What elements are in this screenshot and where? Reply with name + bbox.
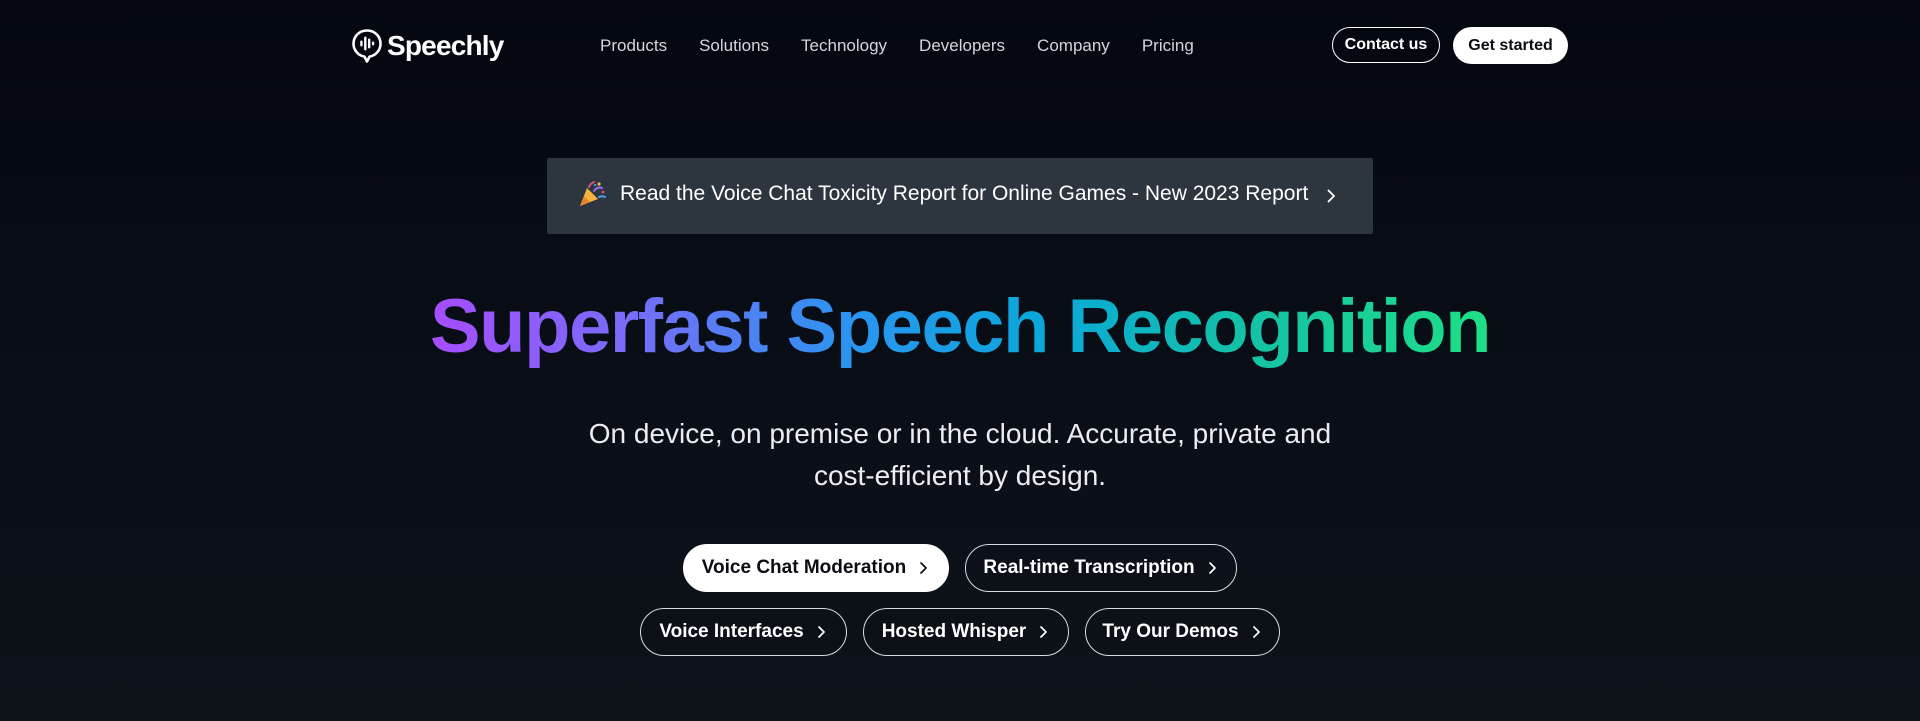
main-nav: Products Solutions Technology Developers…: [600, 36, 1226, 56]
contact-us-button[interactable]: Contact us: [1332, 27, 1440, 63]
voice-chat-moderation-button[interactable]: Voice Chat Moderation: [683, 544, 949, 592]
hero-subtitle: On device, on premise or in the cloud. A…: [560, 413, 1360, 497]
pill-label: Real-time Transcription: [983, 557, 1195, 578]
chevron-right-icon: [1252, 626, 1260, 638]
try-our-demos-button[interactable]: Try Our Demos: [1085, 608, 1280, 656]
pill-label: Try Our Demos: [1102, 621, 1239, 642]
speechly-logo-icon: [352, 29, 382, 63]
hero-headline: Superfast Speech Recognition: [0, 282, 1920, 372]
pill-label: Voice Interfaces: [659, 621, 804, 642]
chevron-right-icon: [817, 626, 825, 638]
brand-logo[interactable]: Speechly: [352, 28, 504, 64]
chevron-right-icon: [1327, 189, 1335, 203]
pill-label: Hosted Whisper: [881, 621, 1027, 642]
site-header: Speechly Products Solutions Technology D…: [0, 0, 1920, 92]
hosted-whisper-button[interactable]: Hosted Whisper: [863, 608, 1069, 656]
banner-text: Read the Voice Chat Toxicity Report for …: [620, 182, 1309, 205]
party-popper-icon: [580, 181, 606, 206]
nav-item-solutions[interactable]: Solutions: [699, 36, 769, 56]
voice-interfaces-button[interactable]: Voice Interfaces: [640, 608, 847, 656]
nav-item-products[interactable]: Products: [600, 36, 667, 56]
nav-item-technology[interactable]: Technology: [801, 36, 887, 56]
brand-name: Speechly: [387, 30, 504, 61]
nav-item-developers[interactable]: Developers: [919, 36, 1005, 56]
chevron-right-icon: [1208, 562, 1216, 574]
hero-subtitle-line-2: cost-efficient by design.: [813, 460, 1107, 491]
chevron-right-icon: [1040, 626, 1048, 638]
get-started-button[interactable]: Get started: [1453, 27, 1568, 64]
hero-headline-text: Superfast Speech Recognition: [429, 284, 1492, 369]
nav-item-company[interactable]: Company: [1037, 36, 1110, 56]
pill-label: Voice Chat Moderation: [701, 557, 907, 578]
announcement-banner[interactable]: Read the Voice Chat Toxicity Report for …: [547, 158, 1373, 234]
chevron-right-icon: [920, 562, 928, 574]
hero-subtitle-line-1: On device, on premise or in the cloud. A…: [588, 418, 1332, 449]
real-time-transcription-button[interactable]: Real-time Transcription: [965, 544, 1237, 592]
nav-item-pricing[interactable]: Pricing: [1142, 36, 1194, 56]
